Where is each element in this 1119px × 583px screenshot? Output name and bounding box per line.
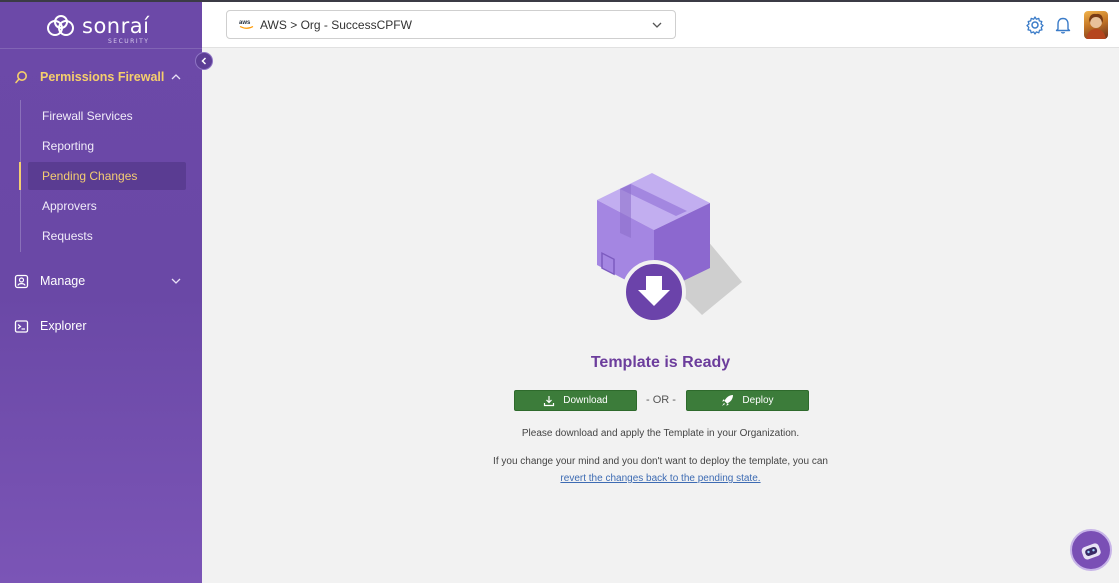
sidebar-item-pending-changes[interactable]: Pending Changes	[28, 162, 186, 190]
chevron-left-icon	[201, 57, 207, 65]
sidebar-item-firewall-services[interactable]: Firewall Services	[28, 102, 186, 130]
gear-icon[interactable]	[1025, 15, 1045, 35]
sonrai-logo-icon	[47, 15, 74, 36]
deploy-button-label: Deploy	[742, 395, 774, 406]
nav-section-label: Permissions Firewall	[40, 70, 165, 84]
robot-icon	[1081, 543, 1101, 560]
main-content: Template is Ready Download - OR - Deploy…	[202, 48, 1119, 583]
brand-tagline: SECURITY	[107, 38, 150, 45]
sidebar-item-requests[interactable]: Requests	[28, 222, 186, 250]
collapse-sidebar-button[interactable]	[195, 52, 213, 70]
window-top-strip	[0, 0, 1119, 2]
rocket-icon	[722, 395, 734, 406]
sidebar-item-explorer[interactable]: Explorer	[0, 314, 202, 338]
sidebar-item-label: Manage	[40, 274, 86, 288]
user-card-icon	[14, 274, 29, 289]
aws-logo-icon: aws	[239, 20, 254, 29]
svg-text:aws: aws	[239, 20, 251, 26]
sidebar-item-label: Firewall Services	[42, 109, 133, 123]
download-icon	[544, 395, 555, 406]
download-button[interactable]: Download	[514, 390, 637, 411]
terminal-icon	[14, 320, 29, 333]
or-separator: - OR -	[646, 394, 676, 406]
package-download-illustration	[597, 173, 742, 324]
download-button-label: Download	[563, 395, 608, 406]
org-selector-value: AWS > Org - SuccessCPFW	[260, 18, 412, 32]
sidebar-item-label: Reporting	[42, 139, 95, 153]
sidebar-item-approvers[interactable]: Approvers	[28, 192, 186, 220]
sidebar: sonraí SECURITY Permissions Firewall Fir…	[0, 0, 202, 583]
nav-section-permissions-firewall[interactable]: Permissions Firewall	[0, 64, 202, 90]
sidebar-item-label: Requests	[42, 229, 93, 243]
page-title: Template is Ready	[590, 354, 731, 371]
chat-assistant-button[interactable]	[1070, 529, 1112, 571]
instruction-text: Please download and apply the Template i…	[521, 428, 800, 439]
sidebar-item-label: Pending Changes	[42, 169, 138, 183]
sidebar-item-manage[interactable]: Manage	[0, 269, 202, 293]
chevron-down-icon[interactable]	[170, 275, 182, 287]
top-header: aws AWS > Org - SuccessCPFW	[202, 2, 1119, 48]
avatar[interactable]	[1084, 11, 1108, 39]
revert-changes-link[interactable]: revert the changes back to the pending s…	[202, 473, 1119, 484]
chevron-up-icon[interactable]	[170, 71, 182, 83]
deploy-button[interactable]: Deploy	[686, 390, 809, 411]
sidebar-item-label: Explorer	[40, 319, 87, 333]
sidebar-item-label: Approvers	[42, 199, 97, 213]
bell-icon[interactable]	[1053, 15, 1073, 35]
change-mind-text: If you change your mind and you don't wa…	[493, 456, 828, 467]
chevron-down-icon	[652, 22, 662, 28]
search-icon	[15, 71, 27, 84]
brand-logo[interactable]: sonraí SECURITY	[44, 12, 150, 45]
sidebar-item-reporting[interactable]: Reporting	[28, 132, 186, 160]
brand-divider	[0, 48, 202, 49]
avatar-portrait-icon	[1086, 13, 1106, 39]
active-indicator	[19, 162, 21, 190]
brand-name: sonraí	[82, 14, 150, 38]
org-selector-dropdown[interactable]: aws AWS > Org - SuccessCPFW	[226, 10, 676, 39]
